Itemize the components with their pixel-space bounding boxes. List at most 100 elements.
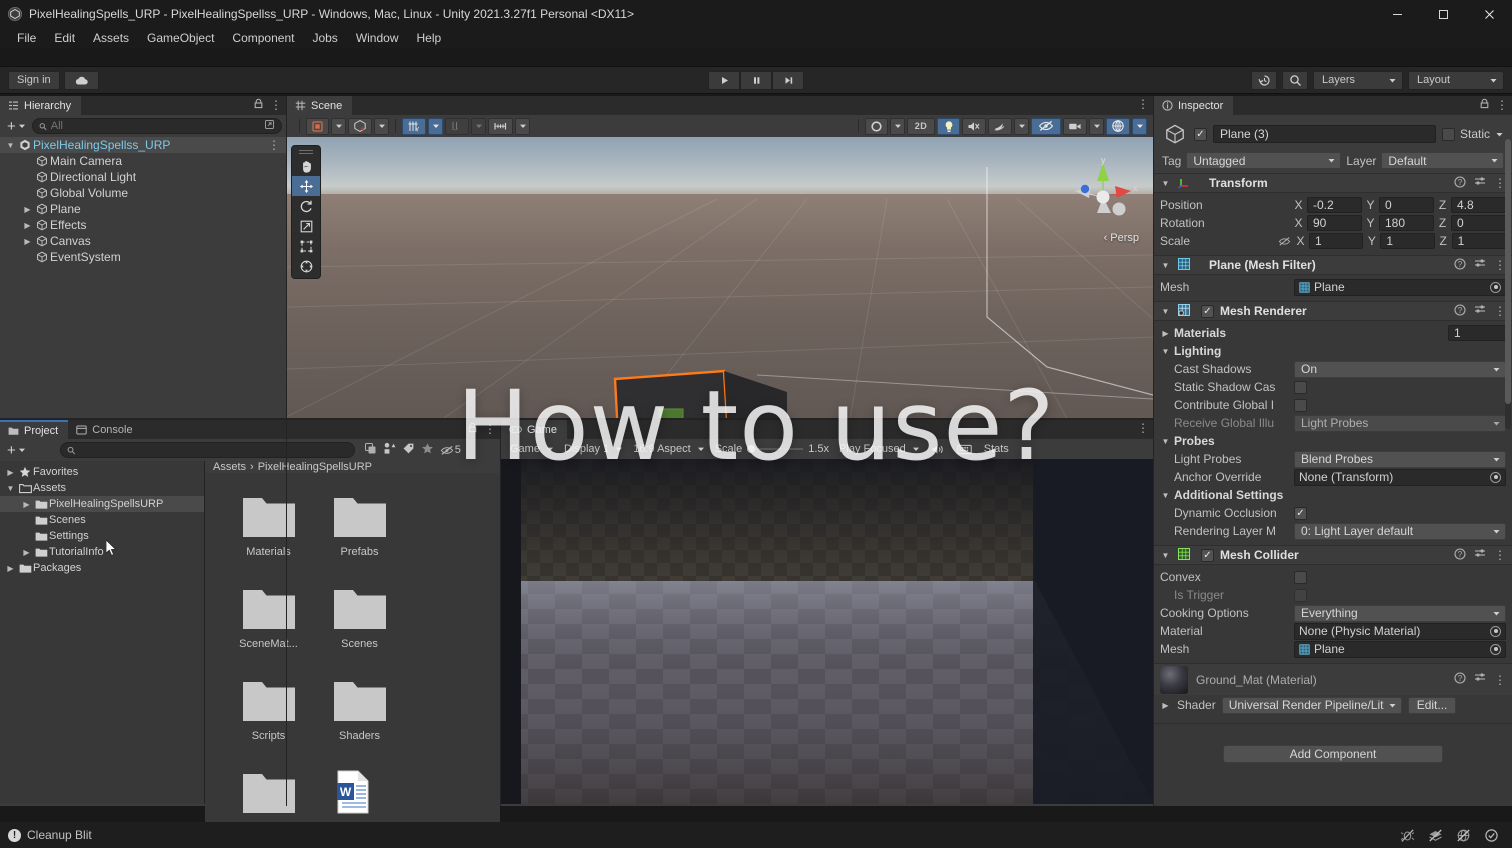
materials-count-input[interactable]: 1 xyxy=(1448,325,1506,341)
constrain-proportions-icon[interactable] xyxy=(1276,236,1292,247)
display-dropdown[interactable]: Display 1 xyxy=(559,441,628,457)
menu-gameobject[interactable]: GameObject xyxy=(138,29,223,47)
transform-tool[interactable] xyxy=(292,256,320,276)
static-checkbox[interactable] xyxy=(1441,127,1455,141)
kebab-menu-icon[interactable]: ⋮ xyxy=(1137,422,1149,434)
splitter-left[interactable] xyxy=(286,96,287,806)
gizmos-icon[interactable] xyxy=(951,441,978,457)
gizmos-toggle-button[interactable] xyxy=(1106,117,1130,135)
asset-item-scenes[interactable]: Scenes xyxy=(314,579,405,671)
scale-x-input[interactable]: 1 xyxy=(1309,233,1364,249)
grid-visibility-dropdown[interactable] xyxy=(428,117,443,135)
scale-z-input[interactable]: 1 xyxy=(1451,233,1506,249)
gameobject-name-input[interactable]: Plane (3) xyxy=(1213,125,1436,143)
physic-material-field[interactable]: None (Physic Material) xyxy=(1294,622,1506,640)
rotation-x-input[interactable]: 90 xyxy=(1307,215,1362,231)
lock-icon[interactable] xyxy=(1479,98,1490,112)
hidden-assets-indicator[interactable]: 5 xyxy=(440,444,461,456)
probes-foldout[interactable]: ▼ xyxy=(1160,437,1171,446)
collider-mesh-field[interactable]: Plane xyxy=(1294,640,1506,658)
tab-inspector[interactable]: Inspector xyxy=(1154,96,1234,115)
help-icon[interactable]: ? xyxy=(1454,257,1466,273)
draw-mode-button[interactable] xyxy=(348,117,372,135)
cloud-icon[interactable] xyxy=(63,70,99,90)
search-expand-icon[interactable] xyxy=(264,119,275,133)
mesh-renderer-enabled-checkbox[interactable]: ✓ xyxy=(1201,304,1214,318)
filter-type-icon[interactable] xyxy=(383,442,396,458)
layer-dropdown[interactable]: Default xyxy=(1381,152,1504,169)
material-foldout[interactable]: ▶ xyxy=(1160,701,1171,710)
project-search-field[interactable] xyxy=(79,444,348,456)
disclosure-triangle-icon[interactable]: ▶ xyxy=(21,221,34,230)
layers-dropdown[interactable]: Layers xyxy=(1313,70,1403,90)
check-circle-icon[interactable] xyxy=(1478,825,1504,845)
step-button[interactable] xyxy=(772,70,804,90)
grid-snapping-button[interactable] xyxy=(488,117,513,135)
component-header-mesh-filter[interactable]: ▼ Plane (Mesh Filter) ? ⋮ xyxy=(1154,255,1512,275)
tab-game[interactable]: Game xyxy=(501,420,567,439)
tab-project[interactable]: Project xyxy=(0,420,69,439)
project-tree-item-scenes[interactable]: Scenes xyxy=(0,512,204,528)
tab-console[interactable]: Console xyxy=(68,420,143,439)
snap-increment-dropdown[interactable] xyxy=(471,117,486,135)
hidden-objects-button[interactable] xyxy=(1031,117,1061,135)
packages-icon[interactable] xyxy=(364,442,377,458)
hierarchy-search-field[interactable] xyxy=(50,120,260,132)
kebab-menu-icon[interactable]: ⋮ xyxy=(484,423,496,435)
asset-item-scenemat-[interactable]: SceneMat... xyxy=(223,579,314,671)
grid-snapping-dropdown[interactable] xyxy=(515,117,530,135)
disclosure-triangle-icon[interactable]: ▶ xyxy=(4,564,17,573)
asset-item-scripts[interactable]: Scripts xyxy=(223,671,314,763)
splitter-right[interactable] xyxy=(1153,96,1154,806)
rotate-tool[interactable] xyxy=(292,196,320,216)
dynamic-occlusion-checkbox[interactable]: ✓ xyxy=(1294,506,1307,520)
asset-item-materials[interactable]: Materials xyxy=(223,487,314,579)
asset-item-prefabs[interactable]: Prefabs xyxy=(314,487,405,579)
component-header-mesh-renderer[interactable]: ▼ ✓ Mesh Renderer ? ⋮ xyxy=(1154,301,1512,321)
project-tree-item-assets[interactable]: ▼ Assets xyxy=(0,480,204,496)
hierarchy-item-canvas[interactable]: ▶ Canvas xyxy=(0,233,286,249)
tab-scene[interactable]: Scene xyxy=(287,96,353,115)
contribute-gi-checkbox[interactable] xyxy=(1294,398,1307,412)
hierarchy-item-pixelhealingspellss-urp[interactable]: ▼ PixelHealingSpellss_URP ⋮ xyxy=(0,137,286,153)
edit-shader-button[interactable]: Edit... xyxy=(1407,696,1457,714)
scale-slider[interactable]: Scale 1.5x xyxy=(710,441,834,457)
mesh-object-field[interactable]: Plane xyxy=(1294,278,1506,296)
gizmos-render-dropdown[interactable] xyxy=(890,117,905,135)
effects-dropdown[interactable] xyxy=(1014,117,1029,135)
close-button[interactable] xyxy=(1466,0,1512,28)
maximize-button[interactable] xyxy=(1420,0,1466,28)
project-tree-item-settings[interactable]: Settings xyxy=(0,528,204,544)
gizmos-dropdown[interactable] xyxy=(1132,117,1147,135)
mesh-collider-foldout[interactable]: ▼ xyxy=(1160,551,1171,560)
lock-icon[interactable] xyxy=(253,98,264,112)
hierarchy-item-eventsystem[interactable]: EventSystem xyxy=(0,249,286,265)
gizmos-render-button[interactable] xyxy=(865,117,888,135)
help-icon[interactable]: ? xyxy=(1454,672,1466,687)
bug-off-icon[interactable] xyxy=(1394,825,1420,845)
add-gameobject-button[interactable]: + xyxy=(4,119,29,134)
hierarchy-item-global-volume[interactable]: Global Volume xyxy=(0,185,286,201)
minimize-button[interactable] xyxy=(1374,0,1420,28)
grid-visibility-button[interactable]: Y xyxy=(402,117,426,135)
2d-toggle-button[interactable]: 2D xyxy=(907,117,935,135)
layout-dropdown[interactable]: Layout xyxy=(1408,70,1504,90)
scene-camera-dropdown[interactable] xyxy=(1089,117,1104,135)
rendering-layer-dropdown[interactable]: 0: Light Layer default xyxy=(1294,522,1506,540)
materials-foldout[interactable]: ▶ xyxy=(1160,329,1171,338)
cast-shadows-dropdown[interactable]: On xyxy=(1294,360,1506,378)
convex-checkbox[interactable] xyxy=(1294,570,1307,584)
create-asset-button[interactable]: + xyxy=(4,443,29,458)
disclosure-triangle-icon[interactable]: ▼ xyxy=(4,484,17,493)
menu-component[interactable]: Component xyxy=(223,29,303,47)
aspect-dropdown[interactable]: 16:9 Aspect xyxy=(628,441,710,457)
disclosure-triangle-icon[interactable]: ▶ xyxy=(20,548,33,557)
material-header[interactable]: Ground_Mat (Material) ? ⋮ xyxy=(1154,663,1512,695)
hierarchy-item-main-camera[interactable]: Main Camera xyxy=(0,153,286,169)
disclosure-triangle-icon[interactable]: ▶ xyxy=(21,205,34,214)
gameobject-enabled-checkbox[interactable]: ✓ xyxy=(1194,127,1207,141)
audio-toggle-button[interactable] xyxy=(962,117,986,135)
snap-increment-button[interactable] xyxy=(445,117,469,135)
mesh-collider-enabled-checkbox[interactable]: ✓ xyxy=(1201,548,1214,562)
rotation-z-input[interactable]: 0 xyxy=(1451,215,1506,231)
